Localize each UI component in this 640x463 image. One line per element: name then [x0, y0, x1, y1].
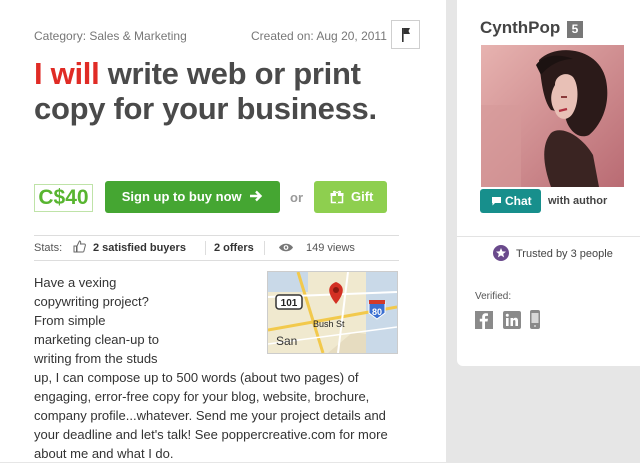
eye-icon: [279, 243, 293, 252]
trusted-by-text[interactable]: Trusted by 3 people: [516, 248, 613, 260]
created-date: Created on: Aug 20, 2011: [251, 29, 387, 43]
seller-level-badge: 5: [567, 21, 583, 38]
gig-panel: Category: Sales & Marketing Created on: …: [0, 0, 446, 462]
satisfied-buyers: 2 satisfied buyers: [93, 242, 186, 254]
buy-button-label: Sign up to buy now: [121, 189, 242, 204]
buy-button[interactable]: Sign up to buy now: [105, 181, 280, 213]
chat-bubble-icon: [492, 197, 501, 206]
views-count: 149 views: [306, 242, 355, 254]
gift-button-label: Gift: [351, 189, 374, 204]
seller-username[interactable]: CynthPop: [480, 18, 560, 38]
gift-icon: [330, 190, 344, 204]
chat-button[interactable]: Chat: [480, 189, 541, 213]
avatar-image: [481, 45, 624, 187]
gig-title: I will write web or print copy for your …: [34, 56, 414, 126]
facebook-icon[interactable]: [475, 311, 493, 329]
verified-label: Verified:: [475, 291, 512, 302]
gig-description: Have a vexing copywriting project? From …: [34, 273, 404, 463]
or-text: or: [290, 190, 303, 205]
arrow-right-icon: [250, 190, 263, 202]
chat-button-label: Chat: [505, 194, 532, 208]
offers-count: 2 offers: [214, 242, 254, 254]
thumbs-up-icon: [73, 240, 86, 253]
stats-label: Stats:: [34, 242, 63, 254]
phone-icon[interactable]: [529, 309, 541, 330]
price-tag: C$40: [34, 184, 93, 212]
flag-button[interactable]: [391, 20, 420, 49]
linkedin-icon[interactable]: [503, 311, 521, 329]
seller-divider: [457, 236, 640, 237]
gift-button[interactable]: Gift: [314, 181, 387, 213]
category-label: Category: Sales & Marketing: [34, 29, 187, 43]
seller-avatar[interactable]: [481, 45, 624, 187]
stats-bar: Stats: 2 satisfied buyers 2 offers 149 v…: [34, 235, 399, 261]
trust-badge: [493, 245, 509, 261]
flag-icon: [402, 28, 410, 42]
title-highlight: I will: [34, 56, 100, 91]
with-author-text: with author: [548, 195, 608, 207]
star-icon: [496, 248, 506, 258]
